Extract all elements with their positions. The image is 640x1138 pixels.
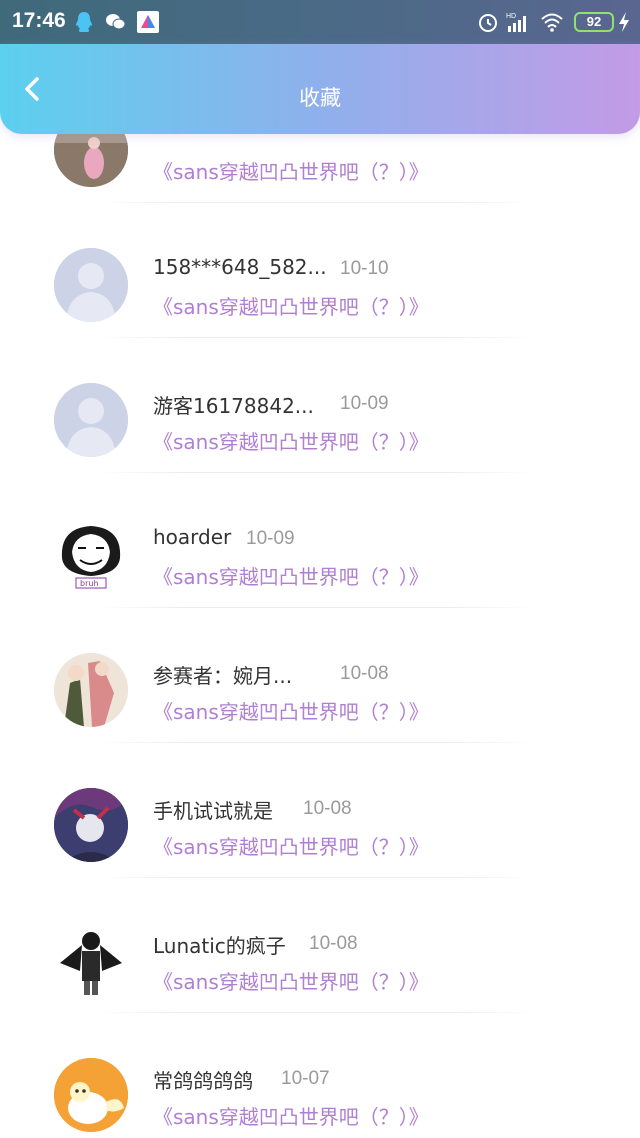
signal-icon: HD	[506, 13, 526, 32]
wifi-icon	[541, 13, 563, 32]
user-avatar[interactable]	[54, 248, 128, 322]
favorites-list: 《sans穿越凹凸世界吧（？）》 158***648_582... 10-10 …	[0, 134, 640, 1138]
user-avatar[interactable]: bruh	[54, 518, 128, 592]
favorite-date: 10-07	[281, 1068, 330, 1089]
status-time: 17:46	[12, 9, 66, 32]
sketch-character-icon	[54, 923, 128, 997]
user-avatar[interactable]	[54, 653, 128, 727]
list-item[interactable]: 参赛者：婉月... 10-08 《sans穿越凹凸世界吧（？）》	[0, 608, 640, 743]
novel-title[interactable]: 《sans穿越凹凸世界吧（？）》	[153, 831, 429, 860]
alarm-icon	[479, 14, 497, 32]
svg-text:HD: HD	[506, 13, 516, 20]
list-item[interactable]: 手机试试就是 10-08 《sans穿越凹凸世界吧（？）》	[0, 743, 640, 878]
user-name: 158***648_582...	[153, 255, 327, 279]
orange-cartoon-icon	[54, 1058, 128, 1132]
favorite-date: 10-08	[303, 798, 352, 819]
list-item[interactable]: 《sans穿越凹凸世界吧（？）》	[0, 134, 640, 203]
user-avatar[interactable]	[54, 1058, 128, 1132]
page-title: 收藏	[299, 86, 341, 110]
charging-icon	[619, 12, 629, 32]
list-item[interactable]: 158***648_582... 10-10 《sans穿越凹凸世界吧（？）》	[0, 203, 640, 338]
user-avatar[interactable]	[54, 923, 128, 997]
wechat-icon	[106, 14, 126, 30]
user-name: 常鸽鸽鸽鸽	[153, 1069, 253, 1093]
user-name: 参赛者：婉月...	[153, 664, 293, 688]
novel-title[interactable]: 《sans穿越凹凸世界吧（？）》	[153, 291, 429, 320]
battery-indicator: 92	[574, 12, 614, 32]
user-name: 手机试试就是	[153, 799, 273, 823]
default-user-icon	[54, 248, 128, 322]
list-item[interactable]: bruh hoarder 10-09 《sans穿越凹凸世界吧（？）》	[0, 473, 640, 608]
qq-icon	[76, 12, 92, 32]
user-avatar[interactable]	[54, 134, 128, 187]
anime-drawing-icon	[54, 653, 128, 727]
user-avatar[interactable]	[54, 383, 128, 457]
user-name: 游客16178842...	[153, 394, 314, 418]
novel-title[interactable]: 《sans穿越凹凸世界吧（？）》	[153, 1101, 429, 1130]
photo-avatar-icon	[54, 134, 128, 187]
list-item[interactable]: 游客16178842... 10-09 《sans穿越凹凸世界吧（？）》	[0, 338, 640, 473]
user-name: hoarder	[153, 525, 232, 549]
list-item[interactable]: 常鸽鸽鸽鸽 10-07 《sans穿越凹凸世界吧（？）》	[0, 1013, 640, 1138]
favorite-date: 10-09	[340, 393, 389, 414]
dark-anime-icon	[54, 788, 128, 862]
user-avatar[interactable]	[54, 788, 128, 862]
favorite-date: 10-10	[340, 258, 389, 279]
svg-text:bruh: bruh	[80, 579, 99, 588]
favorite-date: 10-09	[246, 528, 295, 549]
app-header: 收藏	[0, 44, 640, 134]
default-user-icon	[54, 383, 128, 457]
favorite-date: 10-08	[309, 933, 358, 954]
novel-title[interactable]: 《sans穿越凹凸世界吧（？）》	[153, 426, 429, 455]
app-icon	[137, 11, 159, 33]
bruh-meme-icon: bruh	[54, 518, 128, 592]
status-bar: 17:46 HD 92	[0, 0, 640, 44]
list-item[interactable]: Lunatic的疯子 10-08 《sans穿越凹凸世界吧（？）》	[0, 878, 640, 1013]
novel-title[interactable]: 《sans穿越凹凸世界吧（？）》	[153, 696, 429, 725]
novel-title[interactable]: 《sans穿越凹凸世界吧（？）》	[153, 966, 429, 995]
user-name: Lunatic的疯子	[153, 934, 286, 958]
novel-title[interactable]: 《sans穿越凹凸世界吧（？）》	[153, 561, 429, 590]
favorite-date: 10-08	[340, 663, 389, 684]
novel-title[interactable]: 《sans穿越凹凸世界吧（？）》	[153, 156, 429, 185]
